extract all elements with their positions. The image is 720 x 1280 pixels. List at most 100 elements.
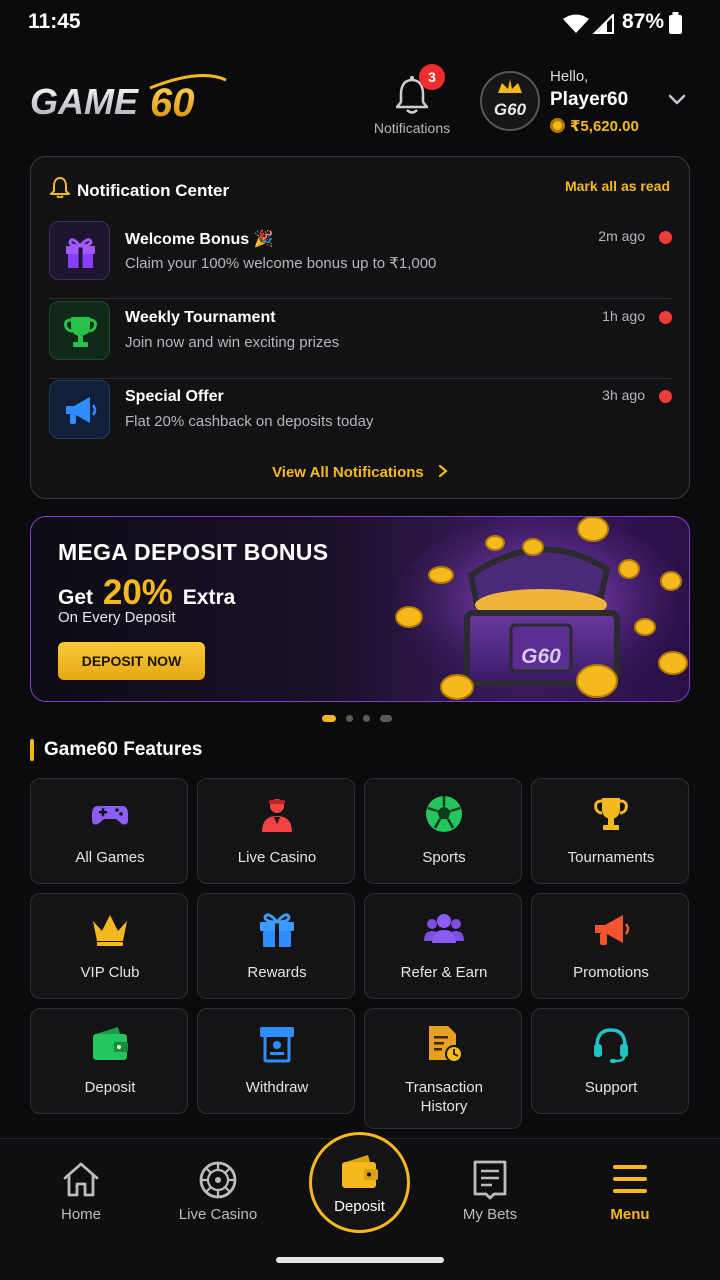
megaphone-icon [595,915,630,945]
feature-label: Tournaments [567,849,655,866]
mark-all-read-link[interactable]: Mark all as read [565,178,670,194]
logo-text-game: GAME [30,81,139,122]
carousel-dot[interactable] [380,715,392,722]
game60-logo[interactable]: GAME 60 [30,74,230,130]
feature-label: Rewards [247,964,307,981]
avatar[interactable]: G60 [480,71,540,131]
banner-subtitle: On Every Deposit [58,609,176,626]
users-icon [424,914,464,943]
signal-icon [592,14,614,34]
feature-label: Deposit [84,1079,136,1096]
nav-label: Deposit [334,1198,385,1215]
trophy-icon [594,798,628,830]
chevron-right-icon [438,464,448,478]
megaphone-icon [49,380,110,439]
gift-icon [49,221,110,280]
chevron-down-icon[interactable] [666,88,688,110]
feature-label: Transaction History [405,1079,483,1115]
feature-refer-earn[interactable]: Refer & Earn [364,893,522,999]
unread-dot [659,231,672,244]
feature-live-casino[interactable]: Live Casino [197,778,355,884]
football-icon [426,796,462,832]
banner-title: MEGA DEPOSIT BONUS [58,539,329,565]
document-clock-icon [429,1026,463,1063]
player-name: Player60 [550,89,629,110]
notification-title: Welcome Bonus 🎉 [125,231,274,248]
notification-center-title: Notification Center [77,181,230,200]
unread-dot [659,311,672,324]
section-accent-bar [30,739,34,761]
nav-label: Menu [610,1206,650,1223]
feature-rewards[interactable]: Rewards [197,893,355,999]
logo-text-60: 60 [150,81,195,125]
headset-icon [594,1028,628,1063]
crown-icon [498,79,522,93]
feature-sports[interactable]: Sports [364,778,522,884]
battery-percent: 87% [622,10,665,33]
notification-badge: 3 [419,64,445,90]
feature-support[interactable]: Support [531,1008,689,1114]
feature-label: Promotions [573,964,649,981]
feature-transaction-history[interactable]: Transaction History [364,1008,522,1129]
chest-text: G60 [521,645,561,668]
view-all-label: View All Notifications [272,464,424,481]
coin-icon [550,118,565,133]
gamepad-icon [92,806,128,825]
promo-banner[interactable]: MEGA DEPOSIT BONUS Get 20% Extra On Ever… [30,516,690,702]
status-bar: 11:45 87% [0,0,720,48]
feature-vip-club[interactable]: VIP Club [30,893,188,999]
banner-headline: Get 20% Extra [58,573,235,613]
nav-label: Live Casino [178,1206,258,1223]
banner-percent: 20% [102,573,173,612]
wifi-icon [563,14,589,33]
banner-extra: Extra [182,586,236,609]
feature-withdraw[interactable]: Withdraw [197,1008,355,1114]
greeting: Hello, [550,68,589,85]
divider [49,378,671,379]
banner-get: Get [58,586,94,609]
features-title: Game60 Features [44,739,203,760]
feature-label: Live Casino [237,849,317,866]
notifications-button[interactable]: 3 Notifications [366,64,458,138]
avatar-text: G60 [494,100,527,119]
balance-amount: ₹5,620.00 [570,118,639,135]
home-indicator-bar[interactable] [276,1257,444,1263]
unread-dot [659,390,672,403]
carousel-indicators [322,715,402,723]
status-time: 11:45 [28,10,81,33]
notifications-label: Notifications [373,120,451,136]
feature-deposit[interactable]: Deposit [30,1008,188,1114]
roulette-icon [199,1161,237,1199]
nav-label: My Bets [462,1206,518,1223]
feature-all-games[interactable]: All Games [30,778,188,884]
feature-label: All Games [75,849,145,866]
notification-time: 2m ago [598,228,645,244]
notification-item[interactable]: Welcome Bonus 🎉 Claim your 100% welcome … [49,221,672,299]
wallet-icon [93,1027,128,1060]
deposit-now-button[interactable]: DEPOSIT NOW [58,642,205,680]
feature-label: Support [584,1079,638,1096]
view-all-notifications-link[interactable]: View All Notifications [31,464,691,481]
notification-desc: Claim your 100% welcome bonus up to ₹1,0… [125,255,437,272]
feature-tournaments[interactable]: Tournaments [531,778,689,884]
notification-title: Weekly Tournament [125,309,276,326]
nav-deposit[interactable]: Deposit [309,1132,410,1233]
gift-icon [260,913,294,947]
treasure-chest-image: G60 [391,517,689,700]
notification-desc: Join now and win exciting prizes [125,334,340,351]
trophy-icon [49,301,110,360]
atm-icon [260,1027,294,1063]
notification-time: 1h ago [602,308,645,324]
feature-promotions[interactable]: Promotions [531,893,689,999]
notification-center: Notification Center Mark all as read Wel… [30,156,690,499]
carousel-dot[interactable] [346,715,353,722]
notification-item[interactable]: Weekly Tournament Join now and win excit… [49,301,672,379]
notification-time: 3h ago [602,387,645,403]
notification-item[interactable]: Special Offer Flat 20% cashback on depos… [49,380,672,440]
nav-label: Home [60,1206,101,1223]
wallet-icon [342,1155,378,1188]
carousel-dot[interactable] [363,715,370,722]
feature-label: Withdraw [245,1079,309,1096]
carousel-dot-active[interactable] [322,715,336,722]
crown-icon [93,915,127,946]
